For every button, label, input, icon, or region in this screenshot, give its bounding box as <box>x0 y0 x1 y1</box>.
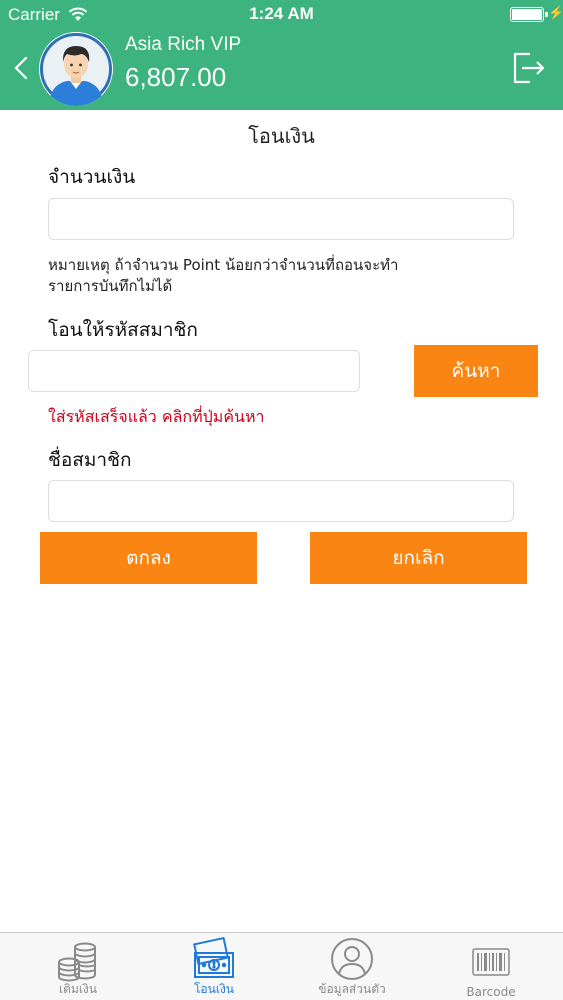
charging-icon: ⚡ <box>548 5 563 20</box>
member-code-label: โอนให้รหัสสมาชิก <box>48 319 198 341</box>
confirm-button[interactable]: ตกลง <box>40 532 257 584</box>
back-button[interactable] <box>10 50 34 86</box>
member-name-label: ชื่อสมาชิก <box>48 449 132 471</box>
tab-bar: เติมเงิน โอนเงิน ข้อมูลส่วนตัว Barcode <box>0 932 563 1000</box>
battery-icon <box>510 7 548 22</box>
barcode-icon <box>472 948 510 976</box>
profile-icon <box>331 938 373 980</box>
logout-icon[interactable] <box>510 50 548 86</box>
tab-label: เติมเงิน <box>59 982 97 996</box>
amount-label: จำนวนเงิน <box>48 166 136 188</box>
member-name-input[interactable] <box>48 480 514 522</box>
money-transfer-icon <box>193 937 234 978</box>
page-title: โอนเงิน <box>248 124 315 148</box>
tab-label: Barcode <box>466 985 516 999</box>
tab-label: โอนเงิน <box>193 982 235 996</box>
app-screen: Carrier 1:24 AM ⚡ Asia Rich VIP 6,807.00… <box>0 0 563 1000</box>
status-bar: Carrier 1:24 AM ⚡ <box>0 0 563 30</box>
tab-barcode[interactable]: Barcode <box>421 933 561 1000</box>
tab-label: ข้อมูลส่วนตัว <box>318 982 386 996</box>
avatar[interactable] <box>39 32 113 106</box>
amount-input[interactable] <box>48 198 514 240</box>
member-code-input[interactable] <box>28 350 360 392</box>
tab-topup[interactable]: เติมเงิน <box>8 933 148 1000</box>
tab-transfer[interactable]: โอนเงิน <box>144 933 284 1000</box>
header: Carrier 1:24 AM ⚡ Asia Rich VIP 6,807.00 <box>0 0 563 110</box>
cancel-button[interactable]: ยกเลิก <box>310 532 527 584</box>
user-name: Asia Rich VIP <box>125 34 242 55</box>
user-balance: 6,807.00 <box>125 62 227 92</box>
tab-profile[interactable]: ข้อมูลส่วนตัว <box>282 933 422 1000</box>
note-text: หมายเหตุ ถ้าจำนวน Point น้อยกว่าจำนวนที่… <box>48 255 518 297</box>
status-time: 1:24 AM <box>249 4 314 23</box>
user-avatar-icon <box>40 33 112 106</box>
note-line-1: หมายเหตุ ถ้าจำนวน Point น้อยกว่าจำนวนที่… <box>48 256 399 274</box>
search-hint: ใส่รหัสเสร็จแล้ว คลิกที่ปุ่มค้นหา <box>48 407 265 426</box>
coins-icon <box>58 942 96 982</box>
note-line-2: รายการบันทึกไม่ได้ <box>48 277 173 295</box>
search-button[interactable]: ค้นหา <box>414 345 538 397</box>
